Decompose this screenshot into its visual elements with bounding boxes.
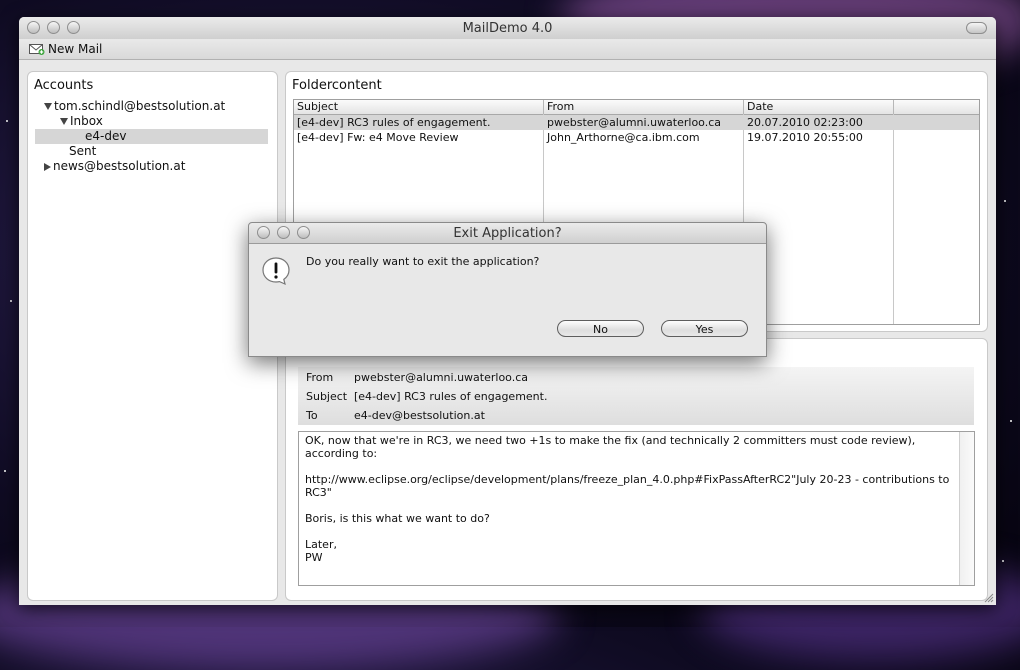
tree-item-account-tom[interactable]: tom.schindl@bestsolution.at bbox=[44, 99, 225, 114]
subject-label: Subject bbox=[306, 390, 348, 403]
exit-dialog: Exit Application? Do you really want to … bbox=[248, 222, 767, 357]
disclosure-down-icon[interactable] bbox=[60, 118, 68, 125]
toolbar: New Mail bbox=[19, 39, 996, 60]
mail-add-icon bbox=[29, 43, 45, 55]
resize-grip-icon[interactable] bbox=[984, 593, 994, 603]
star bbox=[1002, 560, 1004, 562]
tree-item-account-news[interactable]: news@bestsolution.at bbox=[44, 159, 185, 174]
mail-subject-row: Subject [e4-dev] RC3 rules of engagement. bbox=[306, 387, 547, 406]
dialog-title: Exit Application? bbox=[453, 226, 562, 241]
mail-subject-value: [e4-dev] RC3 rules of engagement. bbox=[354, 390, 548, 403]
tree-item-label: Sent bbox=[69, 144, 97, 158]
mail-to-row: To e4-dev@bestsolution.at bbox=[306, 406, 485, 425]
star bbox=[1004, 200, 1006, 202]
column-header-date[interactable]: Date bbox=[744, 100, 894, 114]
table-row[interactable]: [e4-dev] Fw: e4 Move Review John_Arthorn… bbox=[294, 130, 979, 145]
accounts-title: Accounts bbox=[34, 78, 94, 93]
toolbar-toggle-icon[interactable] bbox=[966, 22, 987, 34]
window-titlebar[interactable]: MailDemo 4.0 bbox=[19, 17, 996, 40]
mail-body-area[interactable]: OK, now that we're in RC3, we need two +… bbox=[298, 431, 975, 586]
tree-item-label: news@bestsolution.at bbox=[53, 159, 186, 173]
cell-date: 19.07.2010 20:55:00 bbox=[747, 131, 863, 144]
star bbox=[10, 300, 12, 302]
disclosure-right-icon[interactable] bbox=[44, 162, 51, 171]
no-button[interactable]: No bbox=[557, 320, 644, 337]
cell-from: John_Arthorne@ca.ibm.com bbox=[547, 131, 700, 144]
column-divider bbox=[893, 114, 894, 324]
cell-subject: [e4-dev] RC3 rules of engagement. bbox=[297, 116, 491, 129]
disclosure-down-icon[interactable] bbox=[44, 103, 52, 110]
mail-from-row: From pwebster@alumni.uwaterloo.ca bbox=[306, 368, 528, 387]
accounts-panel: Accounts tom.schindl@bestsolution.at Inb… bbox=[27, 71, 278, 601]
tree-item-label: Inbox bbox=[70, 114, 103, 128]
from-label: From bbox=[306, 371, 334, 384]
tree-item-label: tom.schindl@bestsolution.at bbox=[54, 99, 226, 113]
table-header: Subject From Date bbox=[294, 100, 979, 115]
tree-item-inbox[interactable]: Inbox bbox=[60, 114, 103, 129]
star bbox=[4, 470, 6, 472]
foldercontent-title: Foldercontent bbox=[292, 78, 382, 93]
star bbox=[1010, 420, 1012, 422]
new-mail-button[interactable]: New Mail bbox=[29, 41, 102, 57]
table-row[interactable]: [e4-dev] RC3 rules of engagement. pwebst… bbox=[294, 115, 979, 130]
column-header-subject[interactable]: Subject bbox=[294, 100, 544, 114]
to-label: To bbox=[306, 409, 318, 422]
mail-header: From pwebster@alumni.uwaterloo.ca Subject… bbox=[298, 367, 974, 425]
cell-subject: [e4-dev] Fw: e4 Move Review bbox=[297, 131, 459, 144]
warning-icon bbox=[262, 257, 290, 286]
cell-from: pwebster@alumni.uwaterloo.ca bbox=[547, 116, 721, 129]
mail-to-value: e4-dev@bestsolution.at bbox=[354, 409, 485, 422]
tree-item-sent[interactable]: Sent bbox=[69, 144, 96, 159]
column-header-from[interactable]: From bbox=[544, 100, 744, 114]
mail-body-text[interactable]: OK, now that we're in RC3, we need two +… bbox=[305, 434, 955, 564]
tree-item-e4-dev[interactable]: e4-dev bbox=[35, 129, 268, 144]
yes-button[interactable]: Yes bbox=[661, 320, 748, 337]
dialog-message: Do you really want to exit the applicati… bbox=[306, 255, 540, 268]
mail-from-value: pwebster@alumni.uwaterloo.ca bbox=[354, 371, 528, 384]
mail-body-scrollbar[interactable] bbox=[959, 432, 974, 585]
cell-date: 20.07.2010 02:23:00 bbox=[747, 116, 863, 129]
star bbox=[6, 120, 8, 122]
mail-view-panel: From pwebster@alumni.uwaterloo.ca Subject… bbox=[285, 338, 988, 601]
dialog-titlebar[interactable]: Exit Application? bbox=[249, 223, 766, 244]
tree-item-label: e4-dev bbox=[85, 129, 127, 143]
new-mail-label: New Mail bbox=[48, 42, 103, 56]
window-title: MailDemo 4.0 bbox=[462, 21, 553, 36]
